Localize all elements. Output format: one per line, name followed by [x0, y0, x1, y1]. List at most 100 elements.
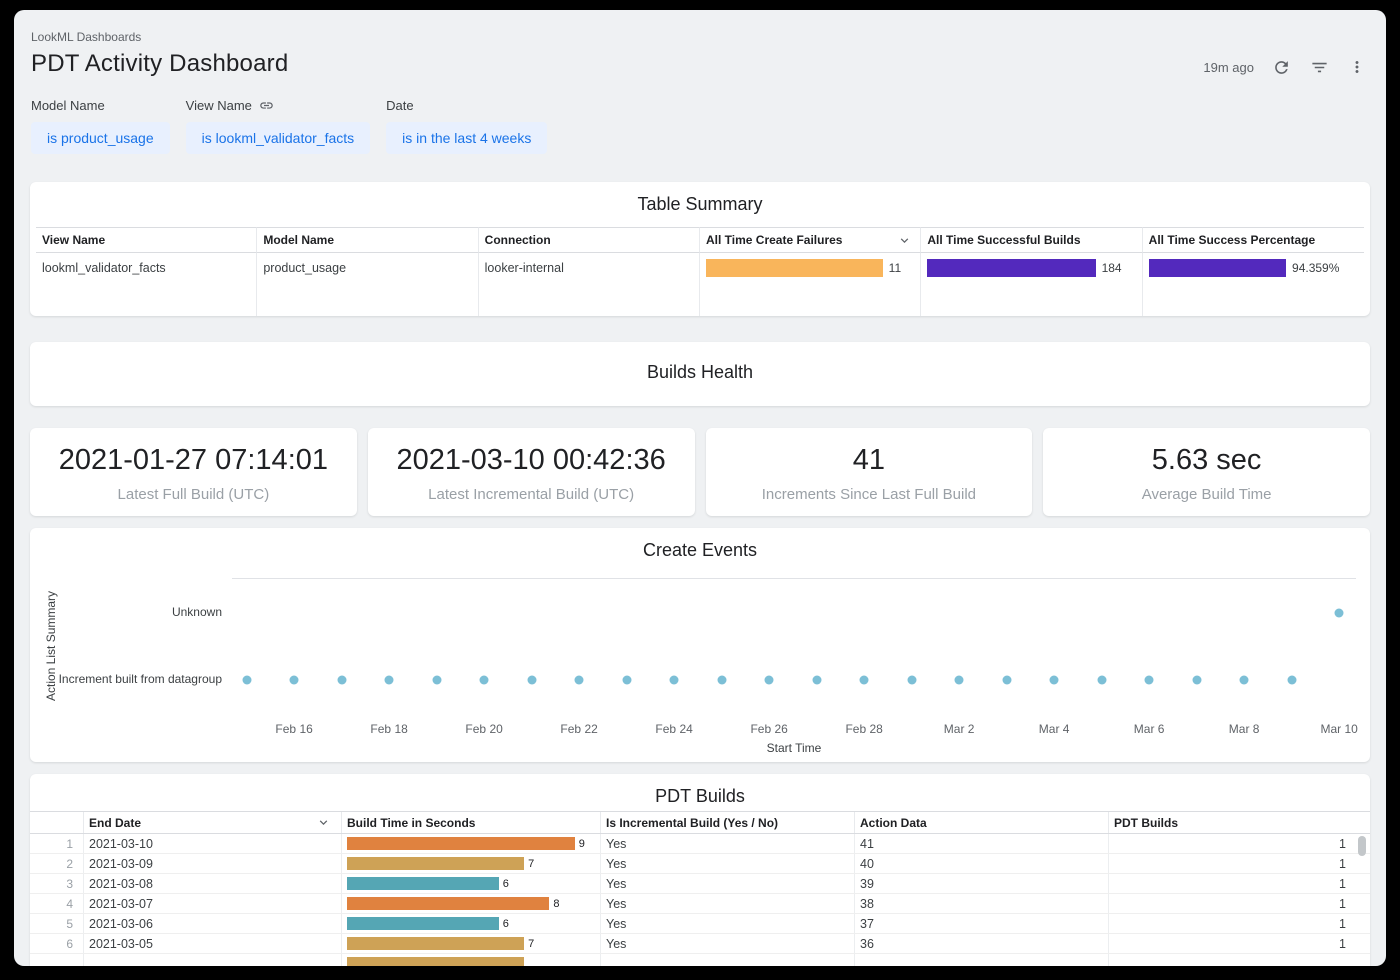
- row-number-cell: 5: [30, 914, 84, 933]
- pdt-table-scrollbar[interactable]: [1358, 836, 1366, 966]
- dashboard-actions-menu-button[interactable]: [1346, 56, 1368, 78]
- scatter-point[interactable]: [812, 676, 821, 685]
- filter-model-name: Model Name is product_usage: [31, 98, 170, 154]
- action-data-cell: 41: [855, 834, 1109, 853]
- scatter-point[interactable]: [337, 676, 346, 685]
- table-row[interactable]: 22021-03-097Yes401: [30, 854, 1370, 874]
- scatter-point[interactable]: [1335, 608, 1344, 617]
- kpi-value: 41: [706, 444, 1033, 477]
- scatter-point[interactable]: [1287, 676, 1296, 685]
- scatter-point[interactable]: [1240, 676, 1249, 685]
- successful-builds-value: 184: [1102, 261, 1122, 275]
- filters-toggle-button[interactable]: [1308, 56, 1330, 78]
- build-time-cell: 7: [342, 934, 601, 953]
- column-header-success-percentage[interactable]: All Time Success Percentage: [1143, 227, 1364, 253]
- build-time-bar[interactable]: [347, 957, 524, 966]
- scatter-point[interactable]: [860, 676, 869, 685]
- table-row[interactable]: 32021-03-086Yes391: [30, 874, 1370, 894]
- filter-label: Model Name: [31, 98, 170, 113]
- column-header-end-date[interactable]: End Date: [84, 812, 342, 833]
- pdt-builds-cell: 1: [1109, 854, 1370, 873]
- sort-chevron-icon[interactable]: [316, 815, 331, 830]
- column-header-action-data[interactable]: Action Data: [855, 812, 1109, 833]
- y-category-increment: Increment built from datagroup: [30, 672, 222, 686]
- dashboard-header: LookML Dashboards PDT Activity Dashboard…: [14, 10, 1386, 78]
- view-name-cell[interactable]: lookml_validator_facts: [36, 253, 257, 283]
- column-header-successful-builds[interactable]: All Time Successful Builds: [921, 227, 1142, 253]
- build-time-bar[interactable]: [347, 837, 575, 850]
- build-time-bar[interactable]: [347, 857, 524, 870]
- scatter-point[interactable]: [622, 676, 631, 685]
- scrollbar-thumb[interactable]: [1358, 836, 1366, 856]
- pdt-builds-cell: 1: [1109, 874, 1370, 893]
- pdt-builds-title: PDT Builds: [30, 774, 1370, 807]
- scatter-point[interactable]: [480, 676, 489, 685]
- kpi-increments-since-full-build: 41 Increments Since Last Full Build: [706, 428, 1033, 516]
- scatter-point[interactable]: [527, 676, 536, 685]
- breadcrumb[interactable]: LookML Dashboards: [31, 30, 288, 44]
- row-number-cell: [30, 954, 84, 966]
- table-row[interactable]: 62021-03-057Yes361: [30, 934, 1370, 954]
- create-failures-bar[interactable]: [706, 259, 883, 277]
- build-time-bar[interactable]: [347, 897, 549, 910]
- scatter-point[interactable]: [575, 676, 584, 685]
- x-axis-tick-label: Feb 24: [655, 722, 692, 736]
- column-header-label: All Time Success Percentage: [1149, 233, 1316, 247]
- scatter-point[interactable]: [717, 676, 726, 685]
- table-row[interactable]: 12021-03-109Yes411: [30, 834, 1370, 854]
- column-header-model-name[interactable]: Model Name: [257, 227, 478, 253]
- successful-builds-bar[interactable]: [927, 259, 1095, 277]
- x-axis-tick-label: Feb 16: [275, 722, 312, 736]
- column-header-is-incremental[interactable]: Is Incremental Build (Yes / No): [601, 812, 855, 833]
- link-icon: [259, 98, 274, 113]
- scatter-point[interactable]: [242, 676, 251, 685]
- model-name-cell[interactable]: product_usage: [257, 253, 478, 283]
- scatter-point[interactable]: [765, 676, 774, 685]
- table-row-partial[interactable]: [30, 954, 1370, 966]
- scatter-point[interactable]: [670, 676, 679, 685]
- connection-cell[interactable]: looker-internal: [479, 253, 700, 283]
- column-header-build-time[interactable]: Build Time in Seconds: [342, 812, 601, 833]
- scatter-point[interactable]: [955, 676, 964, 685]
- scatter-point[interactable]: [1050, 676, 1059, 685]
- scatter-point[interactable]: [385, 676, 394, 685]
- kpi-label: Latest Full Build (UTC): [30, 486, 357, 503]
- build-time-cell: 9: [342, 834, 601, 853]
- filter-label-text: Date: [386, 98, 413, 113]
- build-time-bar[interactable]: [347, 877, 499, 890]
- build-time-bar[interactable]: [347, 937, 524, 950]
- build-time-bar[interactable]: [347, 917, 499, 930]
- column-header-create-failures[interactable]: All Time Create Failures: [700, 227, 921, 253]
- filter-chip-model-name[interactable]: is product_usage: [31, 122, 170, 154]
- column-header-pdt-builds[interactable]: PDT Builds: [1109, 812, 1370, 833]
- action-data-cell: 38: [855, 894, 1109, 913]
- table-row[interactable]: 42021-03-078Yes381: [30, 894, 1370, 914]
- build-time-value: 6: [503, 878, 509, 890]
- kpi-label: Increments Since Last Full Build: [706, 486, 1033, 503]
- filler-cell: [479, 283, 700, 316]
- end-date-cell: 2021-03-08: [84, 874, 342, 893]
- build-time-cell: 6: [342, 914, 601, 933]
- y-category-unknown: Unknown: [30, 605, 222, 619]
- scatter-point[interactable]: [1145, 676, 1154, 685]
- success-percentage-value: 94.359%: [1292, 261, 1339, 275]
- scatter-point[interactable]: [1002, 676, 1011, 685]
- is-incremental-cell: Yes: [601, 914, 855, 933]
- filter-chip-view-name[interactable]: is lookml_validator_facts: [186, 122, 371, 154]
- scatter-point[interactable]: [907, 676, 916, 685]
- row-number-cell: 6: [30, 934, 84, 953]
- scatter-point[interactable]: [290, 676, 299, 685]
- scatter-point[interactable]: [1097, 676, 1106, 685]
- scatter-point[interactable]: [432, 676, 441, 685]
- filter-chip-date[interactable]: is in the last 4 weeks: [386, 122, 547, 154]
- sort-chevron-icon[interactable]: [897, 233, 912, 248]
- refresh-button[interactable]: [1270, 56, 1292, 78]
- filter-icon: [1310, 58, 1329, 77]
- table-row[interactable]: 52021-03-066Yes371: [30, 914, 1370, 934]
- builds-health-card: Builds Health: [30, 342, 1370, 406]
- success-percentage-bar[interactable]: [1149, 259, 1286, 277]
- builds-health-title: Builds Health: [30, 342, 1370, 383]
- column-header-view-name[interactable]: View Name: [36, 227, 257, 253]
- scatter-point[interactable]: [1192, 676, 1201, 685]
- column-header-connection[interactable]: Connection: [479, 227, 700, 253]
